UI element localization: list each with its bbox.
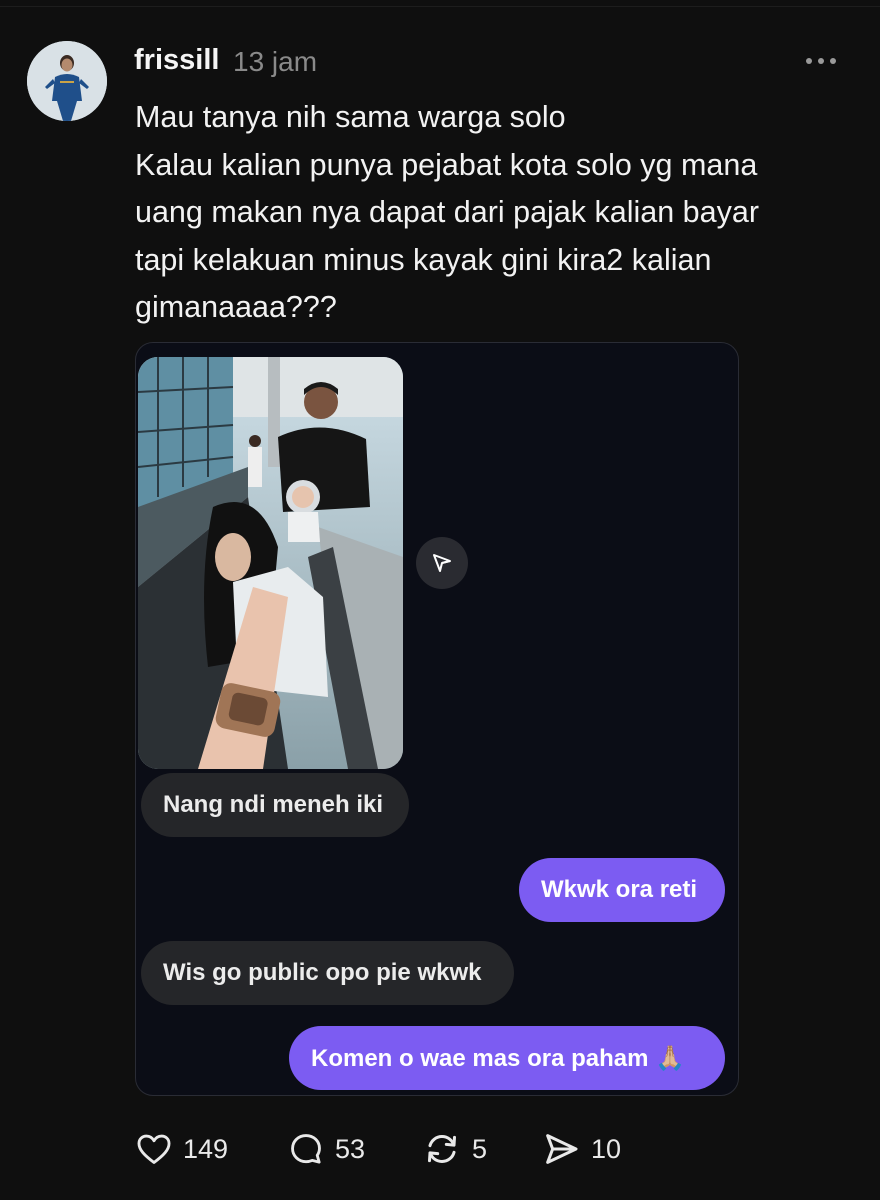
chat-screenshot-card[interactable]: Nang ndi meneh iki Wkwk ora reti Wis go … [135, 342, 739, 1096]
like-button[interactable]: 149 [135, 1126, 228, 1172]
message-incoming: Nang ndi meneh iki [141, 773, 409, 837]
heart-icon [137, 1134, 171, 1164]
message-incoming: Wis go public opo pie wkwk [141, 941, 514, 1005]
repost-icon [428, 1134, 456, 1164]
post-time: 13 jam [233, 46, 318, 77]
more-icon[interactable] [806, 50, 846, 72]
message-outgoing: Wkwk ora reti [519, 858, 725, 922]
message-outgoing: Komen o wae mas ora paham 🙏🏼 [289, 1026, 725, 1090]
like-count: 149 [183, 1133, 229, 1164]
shared-photo[interactable] [138, 357, 403, 769]
username[interactable]: frissill [134, 44, 219, 77]
share-arrow-icon[interactable] [416, 537, 468, 589]
share-button[interactable]: 10 [541, 1126, 621, 1172]
repost-button[interactable]: 5 [422, 1126, 487, 1172]
comment-icon [291, 1134, 321, 1164]
avatar[interactable] [27, 41, 107, 121]
repost-count: 5 [472, 1133, 488, 1164]
top-divider [0, 6, 880, 7]
comment-button[interactable]: 53 [287, 1126, 365, 1172]
send-icon [546, 1134, 578, 1164]
post-actions: 149 53 5 10 [135, 1126, 735, 1172]
comment-count: 53 [335, 1133, 366, 1164]
post-text: Mau tanya nih sama warga solo Kalau kali… [135, 100, 759, 324]
share-count: 10 [591, 1133, 622, 1164]
